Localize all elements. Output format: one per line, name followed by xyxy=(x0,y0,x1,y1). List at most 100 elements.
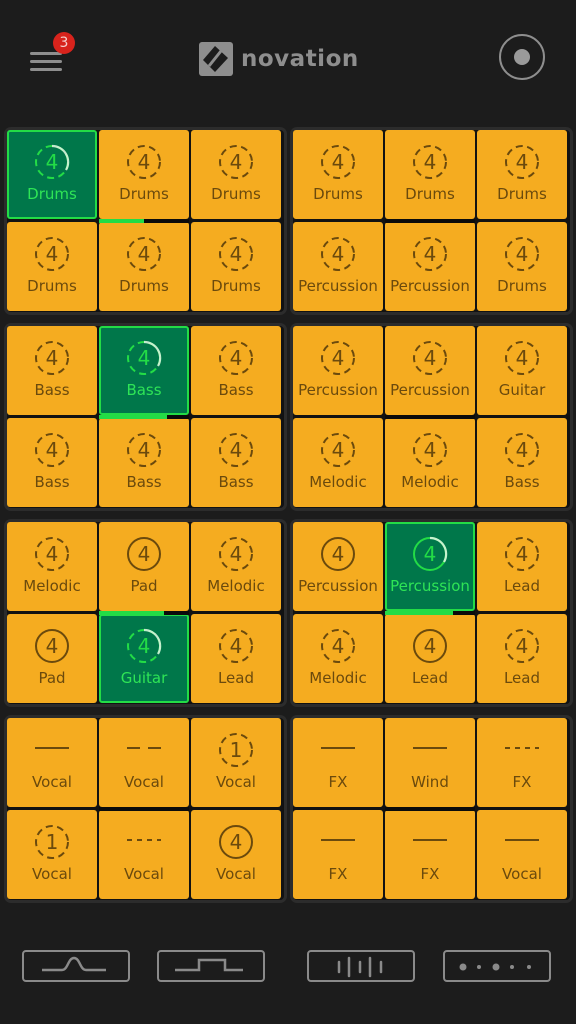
loop-count: 4 xyxy=(424,634,437,658)
dashed-loop-ring-icon: 4 xyxy=(505,145,539,179)
loop-count: 4 xyxy=(46,242,59,266)
loop-count: 4 xyxy=(46,150,59,174)
pad-label: Drums xyxy=(119,185,169,203)
pad-label: Pad xyxy=(130,577,158,595)
clip-pad[interactable]: 4 Drums xyxy=(477,222,567,311)
clip-pad[interactable]: 4 Lead xyxy=(477,614,567,703)
clip-pad[interactable]: FX xyxy=(477,718,567,807)
stutter-lines-icon xyxy=(337,956,383,978)
pad-label: Melodic xyxy=(401,473,459,491)
dashed-loop-ring-icon: 4 xyxy=(321,341,355,375)
pad-label: Bass xyxy=(504,473,540,491)
clip-pad[interactable]: 4 Bass xyxy=(477,418,567,507)
clip-pad[interactable]: 4 Percussion xyxy=(385,222,475,311)
loop-count: 4 xyxy=(230,634,243,658)
clip-pad[interactable]: 4 Lead xyxy=(477,522,567,611)
dashed-loop-ring-icon: 4 xyxy=(219,237,253,271)
clip-pad[interactable]: 4 Lead xyxy=(191,614,281,703)
empty-clip-line-icon xyxy=(321,747,355,749)
clip-pad[interactable]: 4 Percussion xyxy=(293,522,383,611)
clip-pad[interactable]: Vocal xyxy=(7,718,97,807)
loop-count: 4 xyxy=(138,150,151,174)
filter-bump-button[interactable] xyxy=(22,950,130,982)
clip-pad[interactable]: 4 Percussion xyxy=(385,326,475,415)
clip-pad[interactable]: 4 Drums xyxy=(293,130,383,219)
pad-label: FX xyxy=(328,773,348,791)
record-button[interactable] xyxy=(499,34,545,80)
clip-pad[interactable]: 4 Lead xyxy=(385,614,475,703)
loop-count: 1 xyxy=(46,830,59,854)
clip-pad[interactable]: 4 Bass xyxy=(191,418,281,507)
clip-pad[interactable]: 4 Bass xyxy=(191,326,281,415)
clip-pad[interactable]: 4 Bass xyxy=(7,418,97,507)
dashed-loop-ring-icon: 4 xyxy=(413,341,447,375)
loop-count: 4 xyxy=(424,150,437,174)
dashed-loop-ring-icon: 4 xyxy=(413,237,447,271)
clip-pad[interactable]: 4 Melodic xyxy=(385,418,475,507)
dashed-loop-ring-icon: 4 xyxy=(127,433,161,467)
clip-pad[interactable]: 4 Melodic xyxy=(293,418,383,507)
clip-pad[interactable]: FX xyxy=(385,810,475,899)
column-progress-bar xyxy=(385,807,475,811)
clip-pad[interactable]: 4 Guitar xyxy=(99,614,189,703)
clip-pad[interactable]: 4 Drums xyxy=(385,130,475,219)
clip-pad[interactable]: 4 Drums xyxy=(191,130,281,219)
clip-pad[interactable]: Vocal xyxy=(99,810,189,899)
clip-pad[interactable]: 4 Vocal xyxy=(191,810,281,899)
pad-label: Lead xyxy=(217,669,255,687)
pad-label: Bass xyxy=(218,473,254,491)
clip-pad[interactable]: 4 Drums xyxy=(7,222,97,311)
clip-pad[interactable]: 4 Drums xyxy=(477,130,567,219)
bump-filter-icon xyxy=(42,956,106,972)
pad-label: Bass xyxy=(34,473,70,491)
dashed-loop-ring-icon: 4 xyxy=(127,628,162,663)
clip-pad[interactable]: 4 Percussion xyxy=(385,522,475,611)
brand-logo: novation xyxy=(199,41,359,77)
dashed-loop-ring-icon: 4 xyxy=(219,537,253,571)
clip-pad[interactable]: 4 Percussion xyxy=(293,222,383,311)
delay-button[interactable] xyxy=(443,950,551,982)
pad-label: Vocal xyxy=(124,773,164,791)
clip-pad[interactable]: 4 Bass xyxy=(99,326,189,415)
clip-pad[interactable]: 1 Vocal xyxy=(7,810,97,899)
clip-pad[interactable]: 4 Drums xyxy=(7,130,97,219)
pad-label: Vocal xyxy=(216,865,256,883)
clip-pad[interactable]: Vocal xyxy=(477,810,567,899)
clip-pad[interactable]: 4 Drums xyxy=(99,130,189,219)
loop-count: 4 xyxy=(46,438,59,462)
pad-label: Guitar xyxy=(498,381,546,399)
pad-label: Drums xyxy=(497,185,547,203)
loop-count: 4 xyxy=(332,150,345,174)
pad-label: Vocal xyxy=(32,865,72,883)
clip-pad[interactable]: 4 Melodic xyxy=(7,522,97,611)
clip-pad[interactable]: Vocal xyxy=(99,718,189,807)
clip-pad[interactable]: FX xyxy=(293,810,383,899)
clip-pad[interactable]: 4 Drums xyxy=(99,222,189,311)
clip-pad[interactable]: 4 Percussion xyxy=(293,326,383,415)
clip-pad[interactable]: FX xyxy=(293,718,383,807)
dashed-loop-ring-icon: 4 xyxy=(505,537,539,571)
loop-count: 4 xyxy=(424,542,437,566)
square-gate-icon xyxy=(175,958,243,972)
gate-button[interactable] xyxy=(157,950,265,982)
dashed-loop-ring-icon: 4 xyxy=(505,629,539,663)
clip-pad[interactable]: 4 Guitar xyxy=(477,326,567,415)
clip-pad[interactable]: 4 Bass xyxy=(7,326,97,415)
pad-group-body: 4 Drums 4 Drums 4 Drums 4 Drums 4 Drums 4 Drums xyxy=(7,130,284,312)
beat-repeat-button[interactable] xyxy=(307,950,415,982)
clip-pad[interactable]: Wind xyxy=(385,718,475,807)
clip-pad[interactable]: 4 Pad xyxy=(99,522,189,611)
pad-group-body: 4 Percussion 4 Percussion 4 Lead 4 Melodic 4 Lead… xyxy=(293,522,570,704)
pad-label: Lead xyxy=(503,669,541,687)
clip-pad[interactable]: 1 Vocal xyxy=(191,718,281,807)
pad-group-body: 4 Drums 4 Drums 4 Drums 4 Percussion 4 Percussion… xyxy=(293,130,570,312)
dashed-loop-ring-icon: 4 xyxy=(219,433,253,467)
pad-label: Lead xyxy=(411,669,449,687)
clip-pad[interactable]: 4 Melodic xyxy=(191,522,281,611)
clip-pad[interactable]: 4 Melodic xyxy=(293,614,383,703)
pad-label: Drums xyxy=(119,277,169,295)
clip-pad[interactable]: 4 Bass xyxy=(99,418,189,507)
clip-pad[interactable]: 4 Pad xyxy=(7,614,97,703)
pad-label: Percussion xyxy=(390,277,470,295)
clip-pad[interactable]: 4 Drums xyxy=(191,222,281,311)
